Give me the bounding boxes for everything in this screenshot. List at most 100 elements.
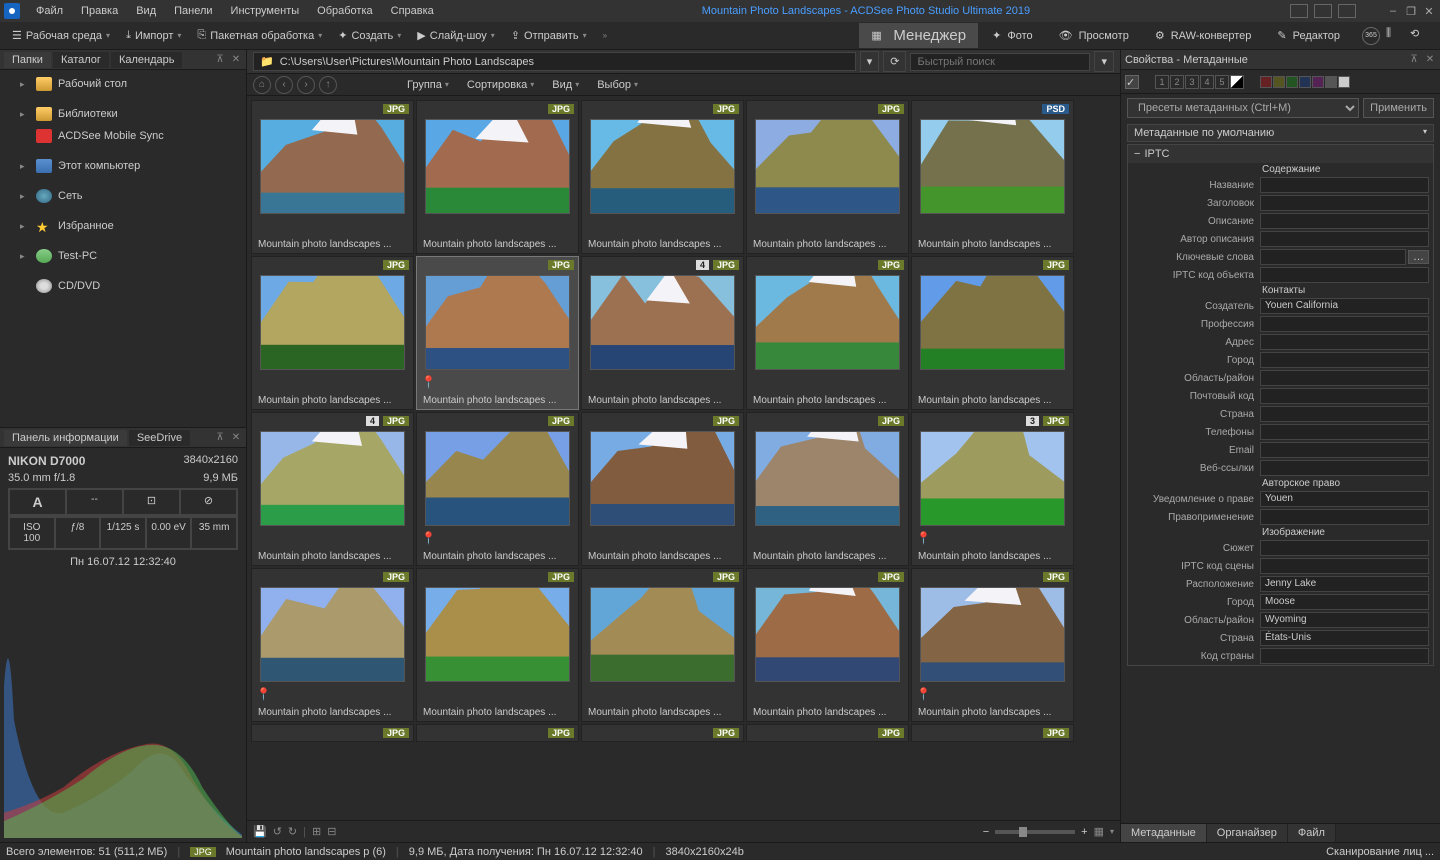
nav-up-icon[interactable]: ↑ xyxy=(319,76,337,94)
meta-value[interactable] xyxy=(1260,334,1429,350)
pin-icon[interactable]: ⊼ xyxy=(214,432,226,444)
meta-value[interactable] xyxy=(1260,177,1429,193)
tool-icon[interactable]: ⊟ xyxy=(327,825,336,838)
meta-value[interactable] xyxy=(1260,231,1429,247)
meta-value[interactable] xyxy=(1260,406,1429,422)
365-icon[interactable]: 365 xyxy=(1362,27,1380,45)
thumbnail[interactable]: JPG Mountain photo landscapes ... xyxy=(581,568,744,722)
thumbnail[interactable]: JPG Mountain photo landscapes ... xyxy=(746,412,909,566)
mode-view[interactable]: 👁Просмотр xyxy=(1047,25,1141,46)
rating-1[interactable]: 1 xyxy=(1155,75,1169,89)
search-input[interactable] xyxy=(910,53,1090,71)
mode-raw[interactable]: ⚙RAW-конвертер xyxy=(1143,25,1264,46)
mode-manage[interactable]: ▦Менеджер xyxy=(859,23,978,48)
thumbnail[interactable]: 3JPG 📍Mountain photo landscapes ... xyxy=(911,412,1074,566)
thumbnail[interactable]: JPG xyxy=(581,724,744,742)
expand-icon[interactable]: ▸ xyxy=(20,221,30,232)
pin-icon[interactable]: ⊼ xyxy=(1408,54,1420,66)
menu-Обработка[interactable]: Обработка xyxy=(309,2,380,20)
expand-icon[interactable]: ▸ xyxy=(20,109,30,120)
thumbnail[interactable]: JPG Mountain photo landscapes ... xyxy=(416,568,579,722)
view-dropdown[interactable]: Вид▾ xyxy=(548,77,583,93)
thumbnail[interactable]: JPG Mountain photo landscapes ... xyxy=(746,568,909,722)
refresh-button[interactable]: ⟳ xyxy=(883,51,906,72)
expand-icon[interactable]: ▸ xyxy=(20,79,30,90)
iptc-section-header[interactable]: −IPTC xyxy=(1128,145,1433,163)
meta-preset-select[interactable]: Пресеты метаданных (Ctrl+M) xyxy=(1127,98,1359,118)
nav-home-icon[interactable]: ⌂ xyxy=(253,76,271,94)
select-dropdown[interactable]: Выбор▾ xyxy=(593,77,642,93)
color-gray[interactable] xyxy=(1325,76,1337,88)
thumbnail[interactable]: JPG xyxy=(416,724,579,742)
meta-value[interactable] xyxy=(1260,558,1429,574)
close-panel-icon[interactable]: ✕ xyxy=(230,432,242,444)
rating-5[interactable]: 5 xyxy=(1215,75,1229,89)
meta-value[interactable]: Youen xyxy=(1260,491,1429,507)
meta-value[interactable]: Jenny Lake xyxy=(1260,576,1429,592)
meta-more-button[interactable]: … xyxy=(1408,250,1429,264)
meta-value[interactable]: Moose xyxy=(1260,594,1429,610)
more-button[interactable]: » xyxy=(597,28,613,43)
close-button[interactable]: ✕ xyxy=(1422,4,1436,18)
tab-organizer[interactable]: Органайзер xyxy=(1207,824,1288,842)
tab-folders[interactable]: Папки xyxy=(4,52,51,68)
meta-value[interactable] xyxy=(1260,195,1429,211)
thumbnail[interactable]: 4JPG Mountain photo landscapes ... xyxy=(251,412,414,566)
color-yellow[interactable] xyxy=(1273,76,1285,88)
sync-icon[interactable]: ⟲ xyxy=(1410,27,1428,45)
nav-fwd-icon[interactable]: › xyxy=(297,76,315,94)
thumbnail[interactable]: JPG Mountain photo landscapes ... xyxy=(581,100,744,254)
expand-icon[interactable]: ▸ xyxy=(20,251,30,262)
thumbnail[interactable]: 4JPG Mountain photo landscapes ... xyxy=(581,256,744,410)
zoom-slider[interactable] xyxy=(995,830,1075,834)
mode-edit[interactable]: ✎Редактор xyxy=(1265,25,1352,46)
tab-calendar[interactable]: Календарь xyxy=(111,52,183,68)
meta-value[interactable] xyxy=(1260,442,1429,458)
menu-Вид[interactable]: Вид xyxy=(128,2,164,20)
menu-Инструменты[interactable]: Инструменты xyxy=(223,2,308,20)
meta-value[interactable] xyxy=(1260,540,1429,556)
apply-button[interactable]: Применить xyxy=(1363,98,1434,118)
meta-value[interactable]: Wyoming xyxy=(1260,612,1429,628)
rating-3[interactable]: 3 xyxy=(1185,75,1199,89)
import-button[interactable]: ⤓Импорт▾ xyxy=(120,26,187,45)
sort-dropdown[interactable]: Сортировка▾ xyxy=(463,77,538,93)
maximize-button[interactable]: ❐ xyxy=(1404,4,1418,18)
tool-icon[interactable]: ⊞ xyxy=(312,825,321,838)
thumbnail[interactable]: JPG Mountain photo landscapes ... xyxy=(911,256,1074,410)
meta-value[interactable] xyxy=(1260,267,1429,283)
expand-icon[interactable]: ▸ xyxy=(20,161,30,172)
meta-value[interactable] xyxy=(1260,249,1406,265)
path-dropdown[interactable]: ▾ xyxy=(860,51,880,72)
color-green[interactable] xyxy=(1286,76,1298,88)
meta-value[interactable] xyxy=(1260,388,1429,404)
meta-value[interactable] xyxy=(1260,460,1429,476)
workspace-button[interactable]: ☰Рабочая среда▾ xyxy=(6,26,116,45)
meta-checkbox[interactable]: ✓ xyxy=(1125,75,1139,89)
mode-photo[interactable]: ✦Фото xyxy=(980,25,1045,46)
search-dropdown[interactable]: ▾ xyxy=(1094,51,1114,72)
create-button[interactable]: ✦Создать▾ xyxy=(332,26,407,45)
tab-info[interactable]: Панель информации xyxy=(4,430,127,446)
tab-metadata[interactable]: Метаданные xyxy=(1121,824,1207,842)
meta-value[interactable] xyxy=(1260,424,1429,440)
tab-seedrive[interactable]: SeeDrive xyxy=(129,430,190,446)
thumbnail[interactable]: JPG xyxy=(251,724,414,742)
meta-value[interactable] xyxy=(1260,370,1429,386)
meta-value[interactable] xyxy=(1260,352,1429,368)
tab-file[interactable]: Файл xyxy=(1288,824,1336,842)
meta-value[interactable] xyxy=(1260,509,1429,525)
tree-item[interactable]: CD/DVD xyxy=(0,276,246,296)
menu-Правка[interactable]: Правка xyxy=(73,2,126,20)
batch-button[interactable]: ⎘Пакетная обработка▾ xyxy=(191,26,328,45)
layout-1-icon[interactable] xyxy=(1290,4,1308,18)
tab-catalog[interactable]: Каталог xyxy=(53,52,109,68)
slideshow-button[interactable]: ▶Слайд-шоу▾ xyxy=(411,26,501,45)
thumbnail[interactable]: JPG 📍Mountain photo landscapes ... xyxy=(416,412,579,566)
save-icon[interactable]: 💾 xyxy=(253,825,267,838)
meta-value[interactable] xyxy=(1260,316,1429,332)
menu-Файл[interactable]: Файл xyxy=(28,2,71,20)
group-dropdown[interactable]: Группа▾ xyxy=(403,77,453,93)
rating-clear[interactable] xyxy=(1230,75,1244,89)
meta-default[interactable]: Метаданные по умолчанию▾ xyxy=(1127,124,1434,142)
